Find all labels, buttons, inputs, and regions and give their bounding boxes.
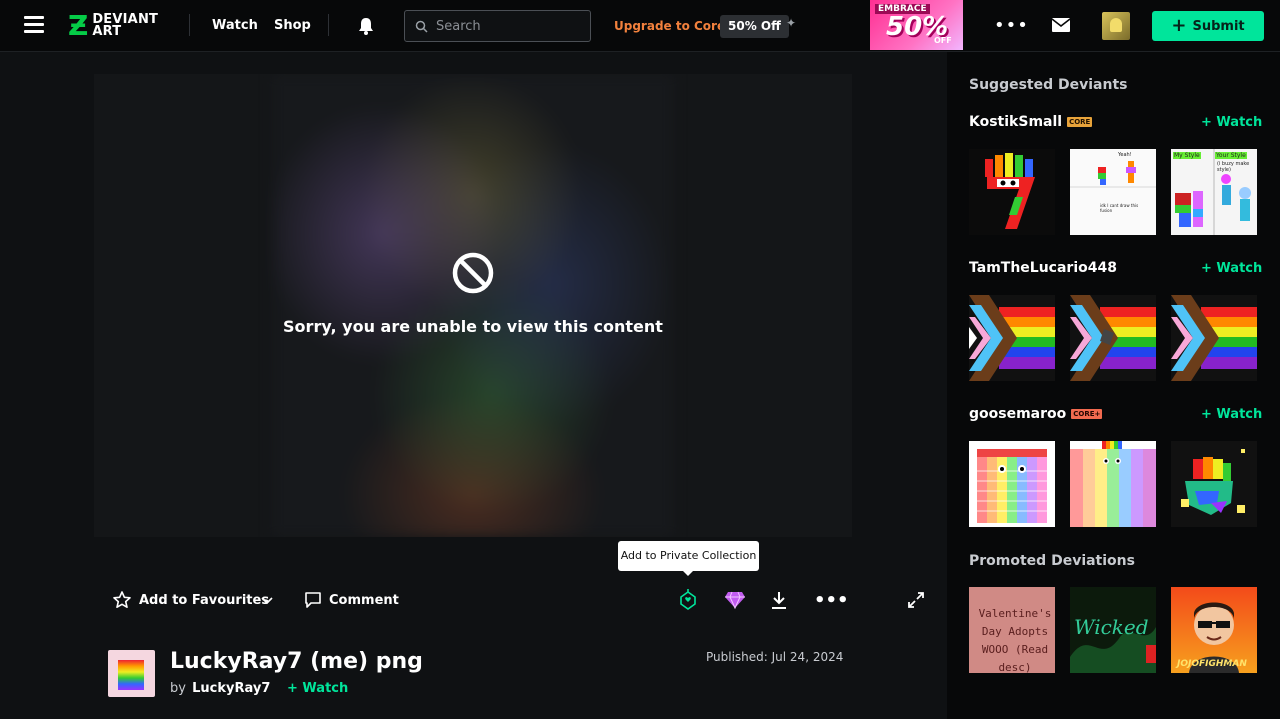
submit-label: Submit <box>1192 18 1245 34</box>
menu-icon[interactable] <box>24 16 44 34</box>
user-avatar[interactable] <box>1102 12 1130 40</box>
top-navigation-bar: Ƶ DEVIANTART Watch Shop Upgrade to Core … <box>0 0 1280 52</box>
unable-to-view-message: Sorry, you are unable to view this conte… <box>283 317 663 336</box>
byline: by LuckyRay7 <box>170 681 270 696</box>
thumb-tam-1[interactable] <box>969 295 1055 381</box>
deviation-title: LuckyRay7 (me) png <box>170 649 423 674</box>
deviant-name-goosemaroo[interactable]: goosemaroo CORE+ <box>969 406 1103 422</box>
core-plus-badge: CORE+ <box>1071 409 1103 419</box>
watch-kostiksmall-button[interactable]: + Watch <box>1201 115 1262 130</box>
discount-badge[interactable]: 50% Off <box>720 15 789 38</box>
deviant-name-kostiksmall[interactable]: KostikSmall CORE <box>969 114 1093 130</box>
promo-caption: Valentine's Day Adopts WOOO (Read desc) <box>978 607 1052 673</box>
deviant-name-tamthelucario448[interactable]: TamTheLucario448 <box>969 260 1117 276</box>
promo-ad-banner[interactable]: EMBRACE 50% OFF <box>870 0 963 50</box>
upgrade-to-core-link[interactable]: Upgrade to Core <box>614 19 725 33</box>
thumb-caption: idk I cant draw this fusion <box>1100 203 1139 213</box>
divider <box>189 14 190 36</box>
thumb-tam-2[interactable] <box>1070 295 1156 381</box>
thumb-goose-3[interactable] <box>1171 441 1257 527</box>
right-sidebar: Suggested Deviants KostikSmall CORE + Wat… <box>947 52 1280 719</box>
private-collection-tooltip: Add to Private Collection <box>618 541 759 576</box>
download-icon <box>772 592 786 609</box>
ad-off: OFF <box>934 36 952 45</box>
logo-mark-icon: Ƶ <box>68 9 89 42</box>
download-button[interactable] <box>769 588 796 612</box>
deviation-viewer: Sorry, you are unable to view this conte… <box>94 74 852 537</box>
thumb-caption: (i buzy make style) <box>1217 161 1250 173</box>
plus-icon: + <box>1171 15 1187 36</box>
search-input[interactable] <box>436 18 576 34</box>
watch-goosemaroo-button[interactable]: + Watch <box>1201 407 1262 422</box>
promoted-thumb-3[interactable]: JOJOFIGHMAN <box>1171 587 1257 673</box>
comment-label: Comment <box>329 592 399 608</box>
deviation-actions-bar: Add to Favourites Comment ••• <box>112 588 924 612</box>
deviantart-logo[interactable]: Ƶ DEVIANT ART <box>68 12 158 40</box>
thumb-kostik-3[interactable]: My Style Your Style (i buzy make style) <box>1171 149 1257 235</box>
submit-button[interactable]: + Submit <box>1152 11 1264 41</box>
thumb-kostik-1[interactable] <box>969 149 1055 235</box>
expand-icon <box>908 592 924 608</box>
thumb-kostik-2[interactable]: Yeah! idk I cant draw this fusion <box>1070 149 1156 235</box>
favourite-options-dropdown[interactable] <box>260 588 281 612</box>
comment-button[interactable]: Comment <box>304 588 399 612</box>
favourite-label: Add to Favourites <box>139 592 270 608</box>
nav-shop-link[interactable]: Shop <box>274 18 311 33</box>
comment-icon <box>305 592 321 608</box>
promo-caption: Wicked <box>1074 615 1149 639</box>
private-collection-icon <box>680 589 696 610</box>
chevron-down-icon <box>261 597 273 605</box>
watch-label: Watch <box>302 681 349 696</box>
add-to-favourites-button[interactable]: Add to Favourites <box>112 588 269 612</box>
published-date: Published: Jul 24, 2024 <box>706 650 844 664</box>
notifications-bell-icon[interactable] <box>356 16 376 36</box>
by-prefix: by <box>170 681 186 696</box>
logo-wordmark: DEVIANT ART <box>92 12 159 39</box>
watch-author-button[interactable]: + Watch <box>287 681 348 696</box>
more-actions-icon[interactable]: ••• <box>814 588 849 612</box>
add-to-private-collection-button[interactable] <box>678 588 705 612</box>
sparkle-icon: ✦ <box>786 16 797 30</box>
thumb-goose-1[interactable] <box>969 441 1055 527</box>
suggested-deviants-heading: Suggested Deviants <box>969 77 1128 93</box>
more-options-icon[interactable]: ••• <box>994 15 1029 36</box>
star-icon <box>113 591 131 608</box>
author-avatar[interactable] <box>108 650 155 697</box>
gem-icon <box>725 591 745 610</box>
messages-mail-icon[interactable] <box>1052 18 1070 32</box>
search-icon <box>415 20 428 33</box>
fullscreen-button[interactable] <box>907 588 932 612</box>
promoted-deviations-heading: Promoted Deviations <box>969 553 1135 569</box>
thumb-caption: Your Style <box>1215 152 1247 159</box>
promoted-thumb-2[interactable]: Wicked <box>1070 587 1156 673</box>
thumb-tam-3[interactable] <box>1171 295 1257 381</box>
core-badge: CORE <box>1067 117 1093 127</box>
thumb-goose-2[interactable] <box>1070 441 1156 527</box>
divider <box>328 14 329 36</box>
blocked-content-icon <box>452 252 494 294</box>
search-box[interactable] <box>404 10 591 42</box>
nav-watch-link[interactable]: Watch <box>212 18 258 33</box>
watch-tamthelucario448-button[interactable]: + Watch <box>1201 261 1262 276</box>
thumb-caption: My Style <box>1173 152 1201 159</box>
blurred-preview <box>272 74 674 537</box>
promo-caption: JOJOFIGHMAN <box>1177 659 1247 669</box>
author-link[interactable]: LuckyRay7 <box>192 681 270 696</box>
give-gem-button[interactable] <box>724 588 753 612</box>
promoted-thumb-1[interactable]: Valentine's Day Adopts WOOO (Read desc) <box>969 587 1055 673</box>
thumb-caption: Yeah! <box>1118 152 1132 158</box>
